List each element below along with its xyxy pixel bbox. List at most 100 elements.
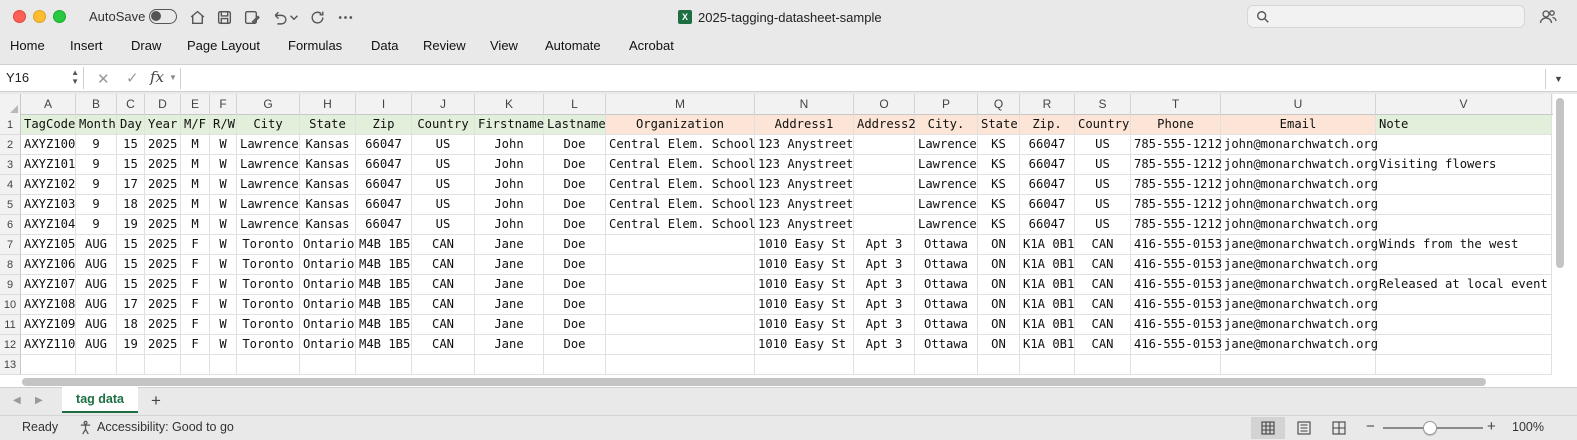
cell-v12[interactable] — [1376, 335, 1552, 355]
cell-g2[interactable]: Lawrence — [237, 135, 300, 155]
cell-j5[interactable]: US — [412, 195, 475, 215]
cell-b10[interactable]: AUG — [76, 295, 117, 315]
cell-u13[interactable] — [1221, 355, 1376, 375]
cell-o13[interactable] — [854, 355, 915, 375]
cell-j4[interactable]: US — [412, 175, 475, 195]
row-header-6[interactable]: 6 — [0, 215, 21, 235]
cell-a11[interactable]: AXYZ109 — [21, 315, 76, 335]
cell-g10[interactable]: Toronto — [237, 295, 300, 315]
cell-j2[interactable]: US — [412, 135, 475, 155]
column-header-h[interactable]: H — [300, 94, 356, 115]
cell-m8[interactable] — [606, 255, 755, 275]
cell-k8[interactable]: Jane — [475, 255, 544, 275]
cell-s11[interactable]: CAN — [1075, 315, 1131, 335]
cell-f12[interactable]: W — [210, 335, 237, 355]
cell-o3[interactable] — [854, 155, 915, 175]
cell-p5[interactable]: Lawrence — [915, 195, 978, 215]
cell-o4[interactable] — [854, 175, 915, 195]
cell-i7[interactable]: M4B 1B5 — [356, 235, 412, 255]
cell-j12[interactable]: CAN — [412, 335, 475, 355]
cell-r7[interactable]: K1A 0B1 — [1020, 235, 1075, 255]
cell-q3[interactable]: KS — [978, 155, 1020, 175]
cell-k3[interactable]: John — [475, 155, 544, 175]
cell-o6[interactable] — [854, 215, 915, 235]
cell-a7[interactable]: AXYZ105 — [21, 235, 76, 255]
cell-o11[interactable]: Apt 3 — [854, 315, 915, 335]
cell-a12[interactable]: AXYZ110 — [21, 335, 76, 355]
cell-t8[interactable]: 416-555-0153 — [1131, 255, 1222, 275]
cell-e7[interactable]: F — [181, 235, 210, 255]
column-header-r[interactable]: R — [1020, 94, 1075, 115]
cell-k13[interactable] — [475, 355, 544, 375]
next-sheet-icon[interactable]: ▶ — [35, 395, 43, 406]
tab-formulas[interactable]: Formulas — [288, 38, 342, 53]
cell-t9[interactable]: 416-555-0153 — [1131, 275, 1222, 295]
cell-f7[interactable]: W — [210, 235, 237, 255]
cell-a4[interactable]: AXYZ102 — [21, 175, 76, 195]
cell-v11[interactable] — [1376, 315, 1552, 335]
cell-r6[interactable]: 66047 — [1020, 215, 1075, 235]
cell-v5[interactable] — [1376, 195, 1552, 215]
cell-d11[interactable]: 2025 — [145, 315, 181, 335]
row-header-5[interactable]: 5 — [0, 195, 21, 215]
add-sheet-button[interactable]: + — [151, 391, 161, 411]
cell-h3[interactable]: Kansas — [300, 155, 356, 175]
cancel-formula-icon[interactable]: ✕ — [97, 70, 110, 88]
cell-k1[interactable]: Firstname — [475, 115, 544, 135]
row-header-1[interactable]: 1 — [0, 115, 21, 135]
column-header-b[interactable]: B — [76, 94, 117, 115]
cell-s4[interactable]: US — [1075, 175, 1131, 195]
previous-sheet-icon[interactable]: ◀ — [13, 395, 21, 406]
cell-i3[interactable]: 66047 — [356, 155, 412, 175]
cell-c1[interactable]: Day — [117, 115, 145, 135]
cell-q10[interactable]: ON — [978, 295, 1020, 315]
cell-n4[interactable]: 123 Anystreet — [755, 175, 854, 195]
cell-o7[interactable]: Apt 3 — [854, 235, 915, 255]
cell-r11[interactable]: K1A 0B1 — [1020, 315, 1075, 335]
cell-f3[interactable]: W — [210, 155, 237, 175]
expand-formula-bar-icon[interactable]: ▼ — [1545, 69, 1571, 89]
cell-g9[interactable]: Toronto — [237, 275, 300, 295]
share-people-icon[interactable] — [1538, 7, 1558, 27]
cell-g5[interactable]: Lawrence — [237, 195, 300, 215]
cell-r2[interactable]: 66047 — [1020, 135, 1075, 155]
cell-h9[interactable]: Ontario — [300, 275, 356, 295]
cell-f5[interactable]: W — [210, 195, 237, 215]
cell-s8[interactable]: CAN — [1075, 255, 1131, 275]
cell-r3[interactable]: 66047 — [1020, 155, 1075, 175]
row-header-7[interactable]: 7 — [0, 235, 21, 255]
zoom-slider-thumb[interactable] — [1423, 421, 1437, 435]
row-header-13[interactable]: 13 — [0, 355, 21, 375]
cell-l2[interactable]: Doe — [544, 135, 606, 155]
column-header-g[interactable]: G — [237, 94, 300, 115]
autosave-toggle[interactable] — [149, 9, 177, 24]
zoom-in-button[interactable]: + — [1487, 418, 1496, 435]
cell-h11[interactable]: Ontario — [300, 315, 356, 335]
row-header-2[interactable]: 2 — [0, 135, 21, 155]
cell-c8[interactable]: 15 — [117, 255, 145, 275]
cell-i11[interactable]: M4B 1B5 — [356, 315, 412, 335]
cell-d6[interactable]: 2025 — [145, 215, 181, 235]
cell-n6[interactable]: 123 Anystreet — [755, 215, 854, 235]
cell-d12[interactable]: 2025 — [145, 335, 181, 355]
cell-f2[interactable]: W — [210, 135, 237, 155]
cell-k9[interactable]: Jane — [475, 275, 544, 295]
cell-b3[interactable]: 9 — [76, 155, 117, 175]
cell-p12[interactable]: Ottawa — [915, 335, 978, 355]
column-header-d[interactable]: D — [145, 94, 181, 115]
cell-a9[interactable]: AXYZ107 — [21, 275, 76, 295]
cell-j7[interactable]: CAN — [412, 235, 475, 255]
cell-a2[interactable]: AXYZ100 — [21, 135, 76, 155]
cell-n12[interactable]: 1010 Easy St — [755, 335, 854, 355]
cell-o10[interactable]: Apt 3 — [854, 295, 915, 315]
cell-u12[interactable]: jane@monarchwatch.org — [1221, 335, 1378, 355]
save-icon[interactable] — [213, 6, 235, 28]
cell-t3[interactable]: 785-555-1212 — [1131, 155, 1222, 175]
column-header-s[interactable]: S — [1075, 94, 1131, 115]
cell-c11[interactable]: 18 — [117, 315, 145, 335]
cell-e3[interactable]: M — [181, 155, 210, 175]
home-icon[interactable] — [186, 6, 208, 28]
cell-h8[interactable]: Ontario — [300, 255, 356, 275]
cell-j3[interactable]: US — [412, 155, 475, 175]
horizontal-scroll-thumb[interactable] — [22, 378, 1486, 386]
